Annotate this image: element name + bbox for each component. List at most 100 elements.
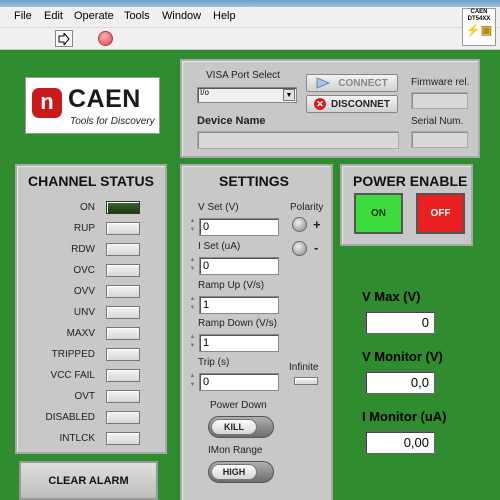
menu-window[interactable]: Window <box>162 10 201 22</box>
infinite-toggle[interactable] <box>294 377 318 385</box>
toolbar <box>0 28 500 50</box>
status-label-ovv: OVV <box>73 286 95 297</box>
iset-stepper[interactable]: ▲ ▼ <box>187 256 198 276</box>
stop-icon[interactable] <box>98 31 113 46</box>
status-led-rup <box>106 222 140 235</box>
status-label-maxv: MAXV <box>66 328 95 339</box>
caen-logo-mark: n <box>32 88 62 118</box>
iset-label: I Set (uA) <box>198 241 241 252</box>
imon-range-label: IMon Range <box>208 445 263 456</box>
visa-port-label: VISA Port Select <box>206 70 280 81</box>
trip-label: Trip (s) <box>198 357 230 368</box>
ramp-up-stepper[interactable]: ▲ ▼ <box>187 295 198 315</box>
status-led-rdw <box>106 243 140 256</box>
menu-tools[interactable]: Tools <box>124 10 150 22</box>
power-off-button[interactable]: OFF <box>416 193 465 234</box>
status-led-tripped <box>106 348 140 361</box>
power-down-label: Power Down <box>210 400 267 411</box>
status-label-rdw: RDW <box>71 244 95 255</box>
status-label-on: ON <box>80 202 95 213</box>
caen-logo-tagline: Tools for Discovery <box>70 116 155 127</box>
status-led-maxv <box>106 327 140 340</box>
clear-alarm-button[interactable]: CLEAR ALARM <box>19 461 158 500</box>
ramp-up-label: Ramp Up (V/s) <box>198 280 265 291</box>
connect-arrow-icon <box>316 77 331 89</box>
caen-logo: n CAEN Tools for Discovery <box>25 77 160 134</box>
status-led-on <box>106 201 140 214</box>
menu-operate[interactable]: Operate <box>74 10 114 22</box>
status-led-vcc-fail <box>106 369 140 382</box>
status-led-ovv <box>106 285 140 298</box>
vset-label: V Set (V) <box>198 202 239 213</box>
connect-label: CONNECT <box>338 77 388 89</box>
status-label-tripped: TRIPPED <box>51 349 95 360</box>
status-label-unv: UNV <box>73 307 95 318</box>
ramp-down-stepper[interactable]: ▲ ▼ <box>187 333 198 353</box>
status-label-ovt: OVT <box>74 391 95 402</box>
settings-title: SETTINGS <box>219 173 290 189</box>
menu-file[interactable]: File <box>14 10 32 22</box>
vmon-value: 0,0 <box>365 371 435 394</box>
status-led-unv <box>106 306 140 319</box>
chevron-down-icon[interactable]: ▼ <box>283 89 295 101</box>
status-led-intlck <box>106 432 140 445</box>
polarity-positive-radio[interactable] <box>292 217 307 232</box>
imon-value: 0,00 <box>365 431 435 454</box>
imon-label: I Monitor (uA) <box>362 409 447 424</box>
connect-button[interactable]: CONNECT <box>306 74 398 92</box>
polarity-minus-label: - <box>314 240 319 255</box>
power-down-value: KILL <box>211 419 257 435</box>
vi-icon: CAEN DT54XX ⚡▣ <box>462 8 496 46</box>
status-label-ovc: OVC <box>73 265 95 276</box>
vi-icon-glyph: ⚡▣ <box>465 23 493 37</box>
serial-field <box>411 131 468 148</box>
iset-input[interactable]: 0 <box>199 257 279 275</box>
polarity-plus-label: + <box>313 217 321 232</box>
caen-logo-text: CAEN <box>68 85 141 113</box>
vmax-label: V Max (V) <box>362 289 421 304</box>
disconnect-button[interactable]: ✕ DISCONNET <box>306 95 398 113</box>
ramp-down-input[interactable]: 1 <box>199 334 279 352</box>
firmware-field <box>411 92 468 109</box>
trip-stepper[interactable]: ▲ ▼ <box>187 372 198 392</box>
polarity-label: Polarity <box>290 202 324 213</box>
firmware-label: Firmware rel. <box>411 77 470 88</box>
run-button[interactable] <box>55 30 73 47</box>
menu-edit[interactable]: Edit <box>44 10 63 22</box>
vset-stepper[interactable]: ▲ ▼ <box>187 217 198 237</box>
vmax-value: 0 <box>365 311 435 334</box>
status-led-ovc <box>106 264 140 277</box>
vset-input[interactable]: 0 <box>199 218 279 236</box>
ramp-up-input[interactable]: 1 <box>199 296 279 314</box>
power-down-switch[interactable]: KILL <box>208 416 274 438</box>
trip-input[interactable]: 0 <box>199 373 279 391</box>
polarity-negative-radio[interactable] <box>292 241 307 256</box>
window-titlebar[interactable] <box>0 0 500 7</box>
status-label-disabled: DISABLED <box>45 412 95 423</box>
status-label-intlck: INTLCK <box>59 433 95 444</box>
menu-bar: File Edit Operate Tools Window Help <box>0 7 500 28</box>
vi-icon-line2: DT54XX <box>467 16 491 22</box>
vmon-label: V Monitor (V) <box>362 349 443 364</box>
serial-label: Serial Num. <box>411 116 464 127</box>
status-led-disabled <box>106 411 140 424</box>
status-label-vcc-fail: VCC FAIL <box>50 370 95 381</box>
imon-range-switch[interactable]: HIGH <box>208 461 274 483</box>
vi-icon-line1: CAEN <box>470 9 488 15</box>
run-arrow-icon <box>58 32 70 45</box>
close-icon: ✕ <box>314 98 327 110</box>
visa-port-select[interactable]: I/o ▼ <box>197 87 297 103</box>
channel-status-title: CHANNEL STATUS <box>28 173 154 189</box>
power-on-button[interactable]: ON <box>354 193 403 234</box>
ramp-down-label: Ramp Down (V/s) <box>198 318 277 329</box>
status-label-rup: RUP <box>73 223 95 234</box>
status-led-ovt <box>106 390 140 403</box>
device-name-field <box>197 131 399 149</box>
imon-range-value: HIGH <box>211 464 257 480</box>
disconnect-label: DISCONNET <box>331 98 390 110</box>
device-name-label: Device Name <box>197 115 266 127</box>
power-enable-title: POWER ENABLE <box>353 173 468 189</box>
infinite-label: Infinite <box>289 362 319 373</box>
visa-port-value: I/o <box>200 88 209 97</box>
menu-help[interactable]: Help <box>213 10 236 22</box>
